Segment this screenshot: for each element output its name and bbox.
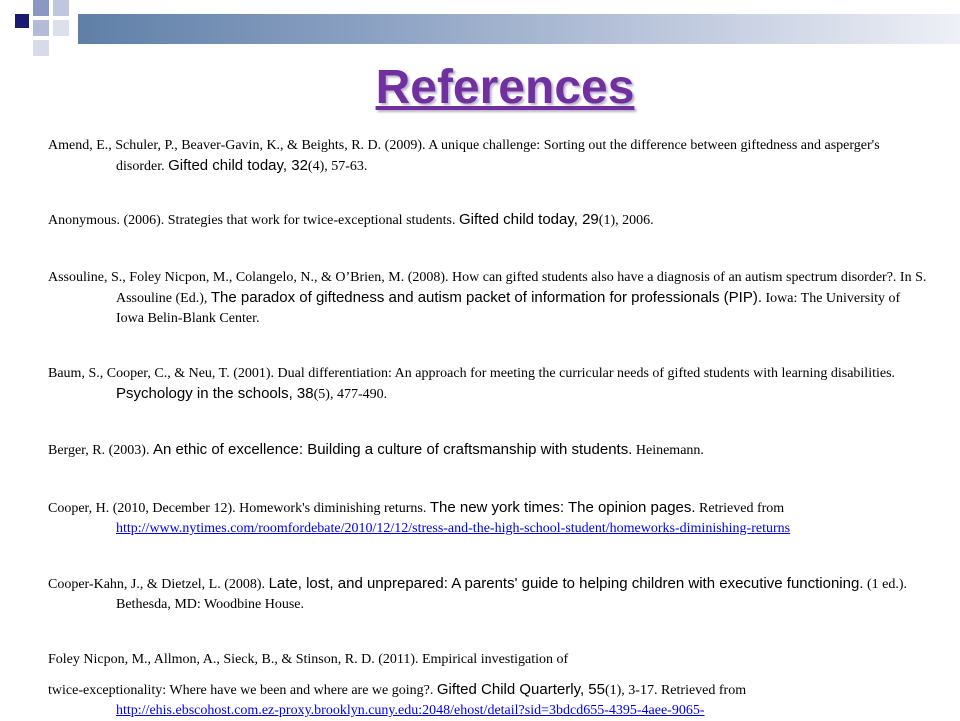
reference-text: Retrieved from	[695, 501, 785, 516]
reference-text: Cooper-Kahn, J., & Dietzel, L. (2008).	[48, 577, 269, 592]
reference-source: Gifted Child Quarterly, 55	[436, 681, 605, 698]
decor-square-icon	[33, 20, 49, 36]
reference-text: Anonymous. (2006). Strategies that work …	[48, 213, 459, 228]
reference-entry: Anonymous. (2006). Strategies that work …	[48, 210, 928, 231]
reference-text: Cooper, H. (2010, December 12). Homework…	[48, 501, 430, 516]
reference-entry: Amend, E., Schuler, P., Beaver-Gavin, K.…	[48, 136, 928, 177]
reference-link[interactable]: http://ehis.ebscohost.com.ez-proxy.brook…	[116, 703, 705, 718]
reference-entry: twice-exceptionality: Where have we been…	[48, 680, 928, 721]
reference-text: (5), 477-490.	[313, 387, 388, 402]
reference-text: (4), 57-63.	[307, 159, 368, 174]
reference-entry: Baum, S., Cooper, C., & Neu, T. (2001). …	[48, 364, 928, 405]
reference-text: Berger, R. (2003).	[48, 443, 153, 458]
reference-entry: Cooper, H. (2010, December 12). Homework…	[48, 498, 928, 539]
reference-entry: Berger, R. (2003). An ethic of excellenc…	[48, 440, 928, 461]
header-gradient-bar	[78, 14, 960, 44]
decor-square-icon	[33, 40, 49, 56]
reference-source: An ethic of excellence: Building a cultu…	[152, 441, 633, 458]
reference-source: The paradox of giftedness and autism pac…	[210, 289, 763, 306]
reference-text: twice-exceptionality: Where have we been…	[48, 683, 437, 698]
decor-square-icon	[53, 0, 69, 16]
reference-entry: Cooper-Kahn, J., & Dietzel, L. (2008). L…	[48, 574, 928, 615]
reference-text: (1), 2006.	[598, 213, 654, 228]
decor-square-icon	[53, 20, 69, 36]
reference-link[interactable]: http://www.nytimes.com/roomfordebate/201…	[116, 521, 790, 536]
reference-text: Heinemann.	[632, 443, 704, 458]
reference-entry: Assouline, S., Foley Nicpon, M., Colange…	[48, 268, 928, 329]
decor-square-icon	[33, 0, 49, 16]
reference-entry: Foley Nicpon, M., Allmon, A., Sieck, B.,…	[48, 650, 928, 670]
slide-title: References	[375, 61, 635, 114]
reference-text: Foley Nicpon, M., Allmon, A., Sieck, B.,…	[48, 652, 569, 667]
reference-source: Late, lost, and unprepared: A parents' g…	[268, 575, 864, 592]
reference-source: Gifted child today, 29	[458, 211, 599, 228]
decor-square-icon	[15, 14, 29, 28]
reference-text: (1), 3-17. Retrieved from	[604, 683, 747, 698]
reference-source: Psychology in the schools, 38	[116, 385, 314, 402]
reference-source: The new york times: The opinion pages.	[429, 499, 696, 516]
reference-text: Baum, S., Cooper, C., & Neu, T. (2001). …	[48, 366, 896, 381]
reference-source: Gifted child today, 32	[168, 157, 308, 174]
